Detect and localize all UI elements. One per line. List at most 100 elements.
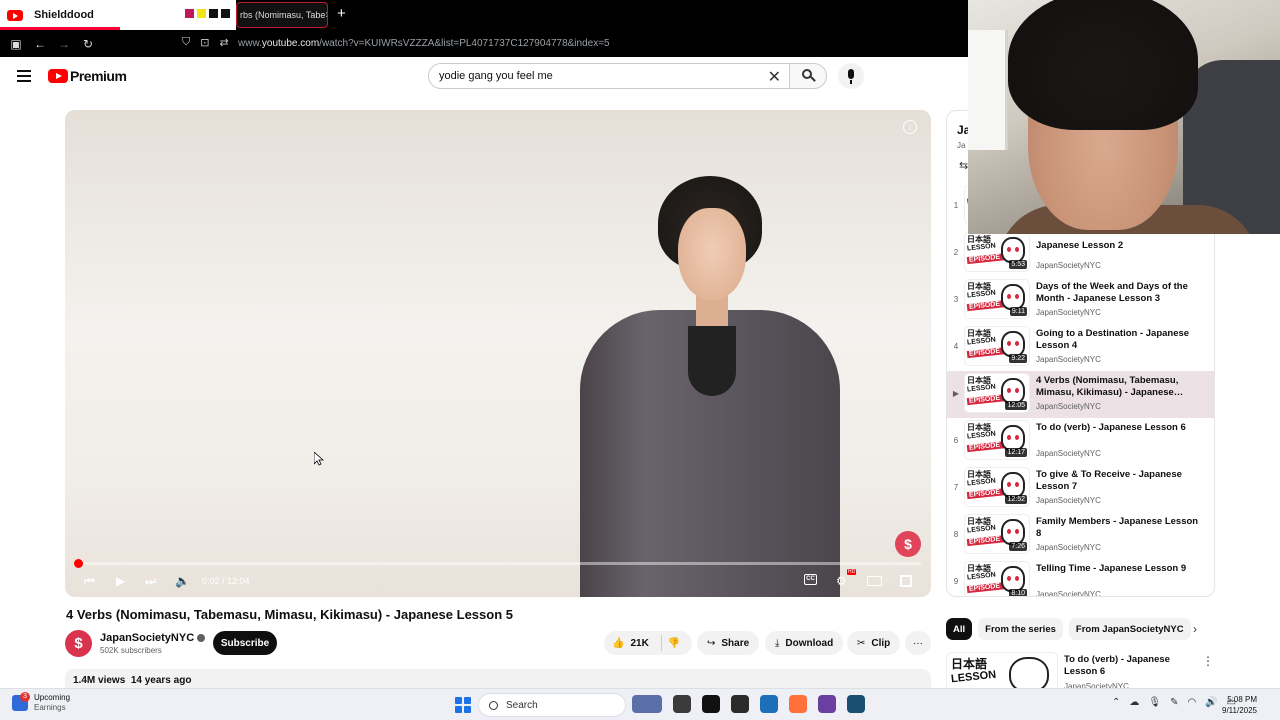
thumb-lesson-text: LESSON [966,242,997,253]
playlist-thumbnail[interactable]: 日本語LESSONEPISODE 712:52 [964,467,1030,507]
taskbar-app-icon[interactable] [632,695,662,713]
video-duration: 7:26 [1009,542,1027,551]
taskbar-app-icon[interactable] [673,695,691,713]
playlist-thumbnail[interactable]: 日本語LESSONEPISODE 98:10 [964,561,1030,596]
taskbar-search[interactable]: Search [478,693,626,717]
search-input[interactable] [439,70,759,82]
youtube-favicon-icon [7,9,23,21]
like-icon[interactable]: 👍 [612,638,624,649]
playlist-item-channel: JapanSocietyNYC [1036,496,1101,505]
playlist-item[interactable]: ▶ 日本語LESSONEPISODE 512:05 4 Verbs (Nomimas… [947,371,1214,418]
tab-active[interactable]: Shielddood [0,0,236,30]
filter-chip[interactable]: From JapanSocietyNYC [1068,618,1191,640]
video-duration: 12:17 [1005,448,1027,457]
channel-watermark-icon[interactable]: $ [895,531,921,557]
forward-icon[interactable]: → [52,37,76,51]
widget-line-1: Upcoming [34,693,71,702]
previous-icon[interactable]: ⏮ [84,574,95,589]
taskbar-app-icon[interactable] [731,695,749,713]
search-icon [489,700,498,710]
swatch-black-1 [209,9,218,18]
recommended-title[interactable]: To do (verb) - Japanese Lesson 6 [1064,654,1204,678]
download-button[interactable]: ⤓ Download [765,631,844,655]
volume-icon[interactable]: 🔈 [175,574,190,588]
dislike-icon[interactable]: 👎 [668,638,680,649]
channel-name-row[interactable]: JapanSocietyNYC [100,632,206,644]
taskbar-app-icon[interactable] [847,695,865,713]
recommended-video[interactable]: 日本語 LESSON To do (verb) - Japanese Lesso… [946,652,1216,692]
menu-icon[interactable] [17,70,31,85]
playlist-thumbnail[interactable]: 日本語LESSONEPISODE 512:05 [964,373,1030,413]
kebab-menu-icon[interactable]: ⋮ [1202,654,1214,668]
recommended-thumbnail[interactable]: 日本語 LESSON [946,652,1058,692]
wifi-icon[interactable]: ◠ [1187,697,1196,708]
url-field[interactable]: www.youtube.com/watch?v=KUIWRsVZZZA&list… [238,38,610,49]
clear-search-icon[interactable]: ✕ [768,67,781,87]
tab-youtube-video[interactable]: rbs (Nomimasu, Tabe × [236,2,328,28]
lock-icon[interactable]: ⊡ [200,36,209,49]
windows-start-icon[interactable] [455,697,471,713]
playlist-item[interactable]: 6 日本語LESSONEPISODE 612:17 To do (verb) - J… [947,418,1214,465]
search-button[interactable] [789,63,827,89]
permissions-icon[interactable]: ⇄ [219,36,228,49]
shield-icon[interactable]: ⛉ [182,36,190,49]
thumb-lesson-text: LESSON [966,289,997,300]
playlist-thumbnail[interactable]: 日本語LESSONEPISODE 87:26 [964,514,1030,554]
taskbar-app-icon[interactable] [789,695,807,713]
chevron-right-icon[interactable]: › [1193,622,1197,636]
loop-icon[interactable]: ⇆ [959,159,968,172]
close-tab-icon[interactable]: × [325,10,327,21]
clip-button[interactable]: ✂ Clip [847,631,901,655]
playlist-item[interactable]: 7 日本語LESSONEPISODE 712:52 To give & To Rec… [947,465,1214,512]
playlist-item[interactable]: 4 日本語LESSONEPISODE 49:22 Going to a Destin… [947,324,1214,371]
clock-time: 5:08 PM [1227,695,1257,704]
download-icon: ⤓ [775,637,780,649]
taskbar-app-icon[interactable] [760,695,778,713]
chevron-up-icon[interactable]: ⌃ [1112,697,1120,708]
youtube-header: Premium ✕ [0,57,968,97]
channel-avatar[interactable]: $ [65,630,92,657]
reload-icon[interactable]: ↻ [76,37,100,51]
playlist-index: 1 [953,201,959,210]
clock[interactable]: 5:08 PM 9/11/2025 [1222,694,1257,716]
playlist-thumbnail[interactable]: 日本語LESSONEPISODE 612:17 [964,420,1030,460]
play-icon[interactable]: ▶ [116,574,125,588]
cloud-icon[interactable]: ☁ [1129,697,1139,708]
playlist-item-channel: JapanSocietyNYC [1036,402,1101,411]
subscribe-button[interactable]: Subscribe [213,631,277,655]
volume-tray-icon[interactable]: 🔊 [1205,697,1217,708]
playlist-item[interactable]: 9 日本語LESSONEPISODE 98:10 Telling Time - Ja… [947,559,1214,596]
back-icon[interactable]: ← [28,37,52,51]
filter-chip[interactable]: From the series [978,618,1063,640]
playlist-thumbnail[interactable]: 日本語LESSONEPISODE 49:22 [964,326,1030,366]
share-button[interactable]: ↪ Share [697,631,760,655]
taskbar-app-icon[interactable] [818,695,836,713]
settings-gear-icon[interactable]: ⚙ [836,574,847,588]
more-actions-button[interactable]: ··· [905,631,931,655]
youtube-logo[interactable]: Premium [48,68,127,84]
playlist-item[interactable]: 3 日本語LESSONEPISODE 39:11 Days of the Week … [947,277,1214,324]
info-icon[interactable]: i [903,120,917,134]
playlist-thumbnail[interactable]: 日本語LESSONEPISODE 25:53 [964,232,1030,272]
taskbar-app-icon[interactable] [702,695,720,713]
fullscreen-icon[interactable] [900,575,912,587]
playlist-thumbnail[interactable]: 日本語LESSONEPISODE 39:11 [964,279,1030,319]
playlist-index: 7 [953,483,959,492]
like-count[interactable]: 21K [630,638,648,649]
thumb-lesson-text: LESSON [966,477,997,488]
video-duration: 5:53 [1009,260,1027,269]
next-icon[interactable]: ⏭ [145,574,156,589]
captions-icon[interactable]: CC [804,574,817,585]
playlist-item[interactable]: 8 日本語LESSONEPISODE 87:26 Family Members - … [947,512,1214,559]
sidebar-toggle-icon[interactable]: ▣ [4,37,28,51]
widgets-button[interactable]: 3 Upcoming Earnings [12,692,71,713]
video-player[interactable]: i $ ⏮ ▶ ⏭ 🔈 0:02 / 12:04 CC ⚙ HD [65,110,931,597]
filter-chip[interactable]: All [946,618,973,640]
voice-search-button[interactable] [838,63,864,89]
new-tab-button[interactable]: + [337,5,346,22]
microphone-tray-icon[interactable]: 🎙 [1148,697,1161,708]
playlist-item[interactable]: 2 日本語LESSONEPISODE 25:53 Japanese Lesson 2… [947,230,1214,277]
pen-icon[interactable]: ✎ [1170,697,1178,708]
theater-mode-icon[interactable] [867,576,882,586]
video-duration: 12:52 [1005,495,1027,504]
